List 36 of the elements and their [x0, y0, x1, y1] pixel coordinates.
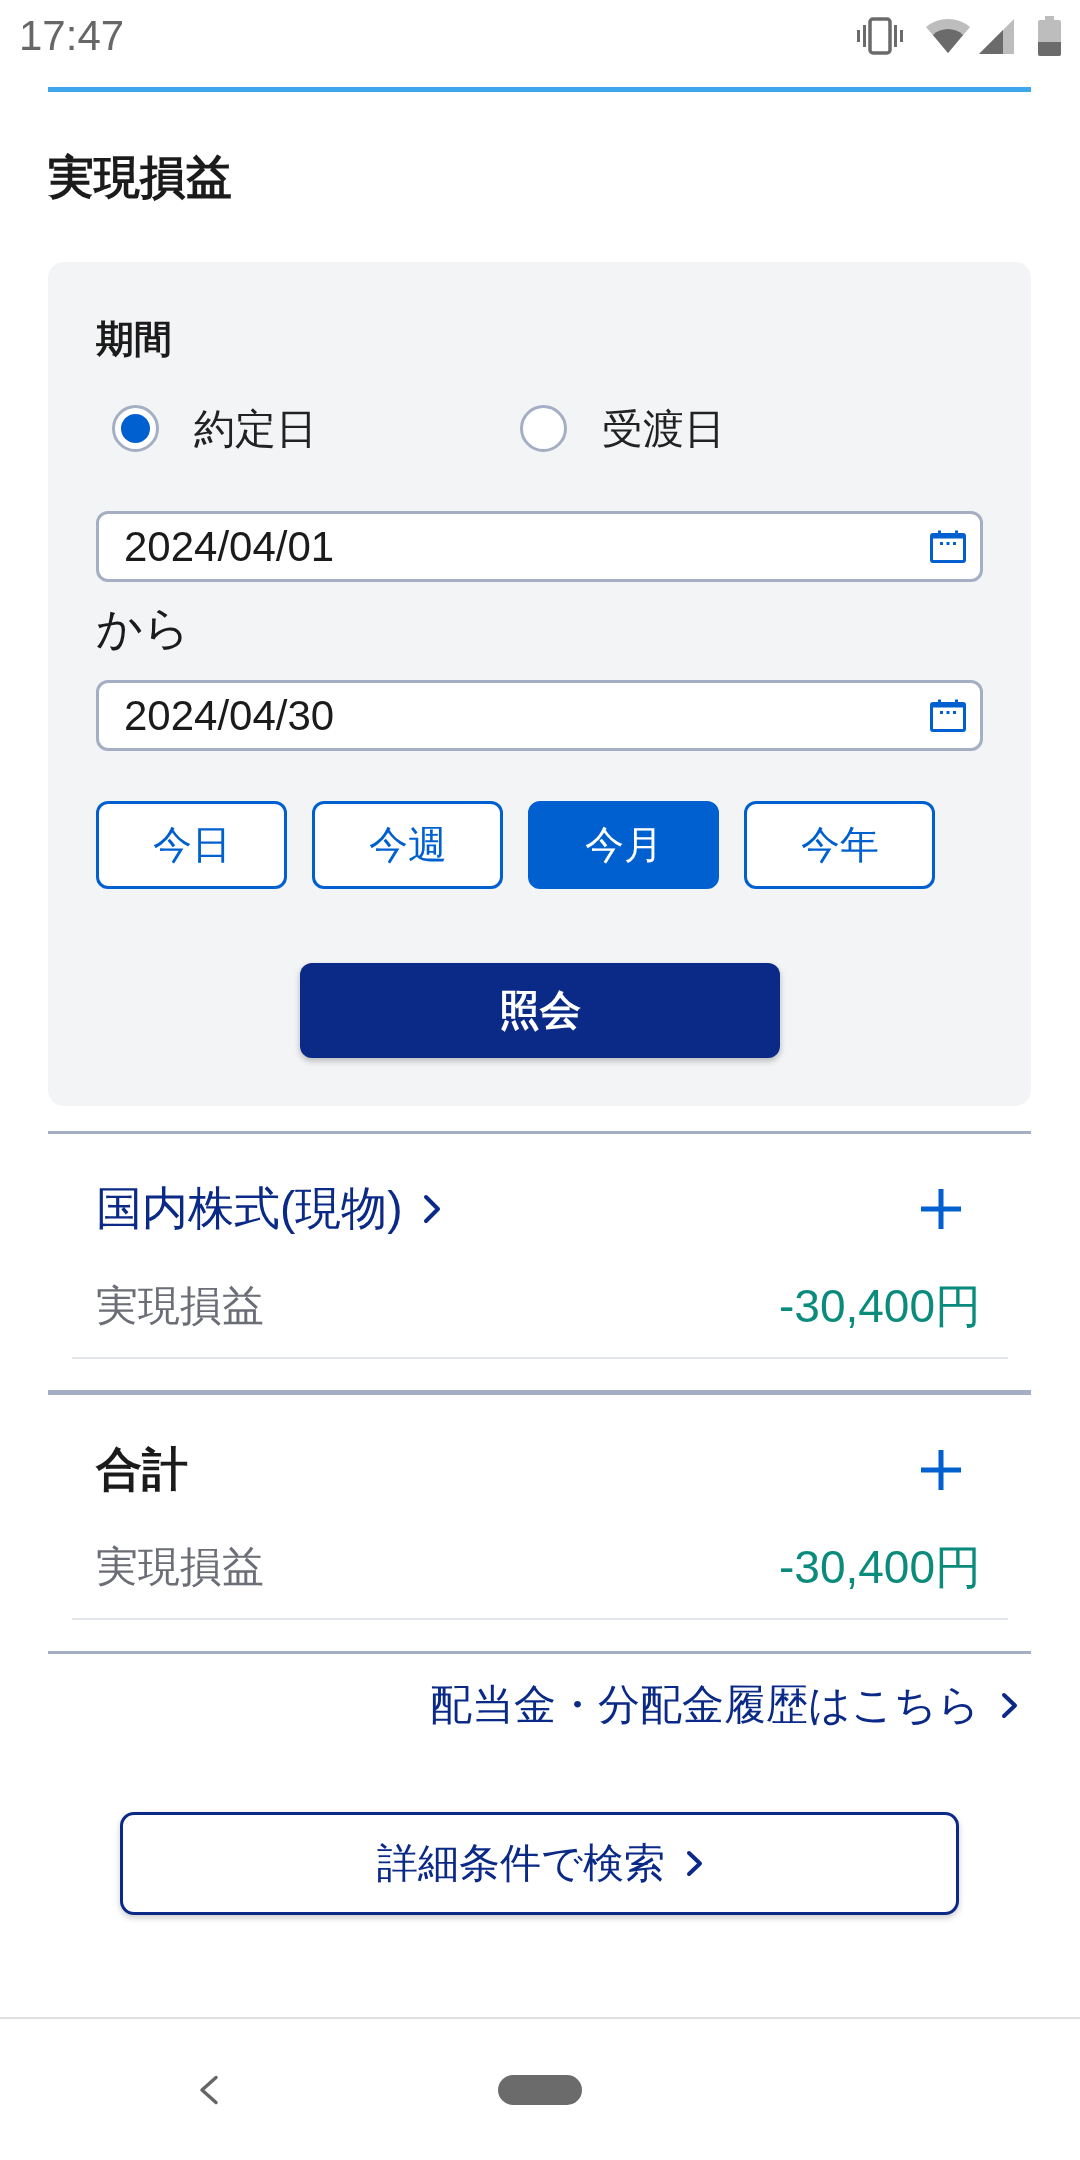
radio-button[interactable] — [112, 405, 159, 452]
section-title: 合計 — [96, 1442, 188, 1497]
chevron-right-icon — [1001, 1691, 1018, 1719]
signal-icon — [979, 18, 1014, 54]
amount-value: -30,400円 — [779, 1281, 981, 1331]
chevron-right-icon — [422, 1193, 441, 1224]
inquiry-button[interactable]: 照会 — [299, 963, 780, 1058]
vibrate-icon — [856, 17, 904, 55]
range-label: から — [96, 601, 191, 656]
home-bar-icon[interactable] — [498, 2074, 582, 2105]
radio-label[interactable]: 約定日 — [194, 403, 317, 454]
period-preset-button[interactable]: 今月 — [528, 801, 719, 889]
battery-icon — [1038, 16, 1061, 56]
page-title: 実現損益 — [48, 150, 233, 205]
plus-icon[interactable] — [921, 1188, 961, 1229]
period-preset-button[interactable]: 今日 — [96, 801, 287, 889]
category-link[interactable]: 国内株式(現物) — [96, 1181, 441, 1236]
period-label: 期間 — [96, 317, 173, 362]
detail-search-button[interactable]: 詳細条件で検索 — [120, 1812, 959, 1915]
plus-icon[interactable] — [921, 1449, 961, 1490]
calendar-icon[interactable] — [930, 530, 966, 563]
radio-label[interactable]: 受渡日 — [602, 403, 725, 454]
calendar-icon[interactable] — [930, 699, 966, 732]
date-field[interactable]: 2024/04/30 — [96, 680, 983, 751]
row-label: 実現損益 — [96, 1542, 264, 1592]
history-link[interactable]: 配当金・分配金履歴はこちら — [430, 1680, 1018, 1730]
row-label: 実現損益 — [96, 1281, 264, 1331]
back-icon[interactable] — [198, 2074, 219, 2105]
period-preset-button[interactable]: 今年 — [744, 801, 935, 889]
period-preset-button[interactable]: 今週 — [312, 801, 503, 889]
radio-button[interactable] — [520, 405, 567, 452]
date-field[interactable]: 2024/04/01 — [96, 511, 983, 582]
chevron-right-icon — [685, 1850, 703, 1877]
amount-value: -30,400円 — [779, 1542, 981, 1592]
wifi-icon — [925, 18, 971, 54]
status-time: 17:47 — [19, 15, 125, 57]
